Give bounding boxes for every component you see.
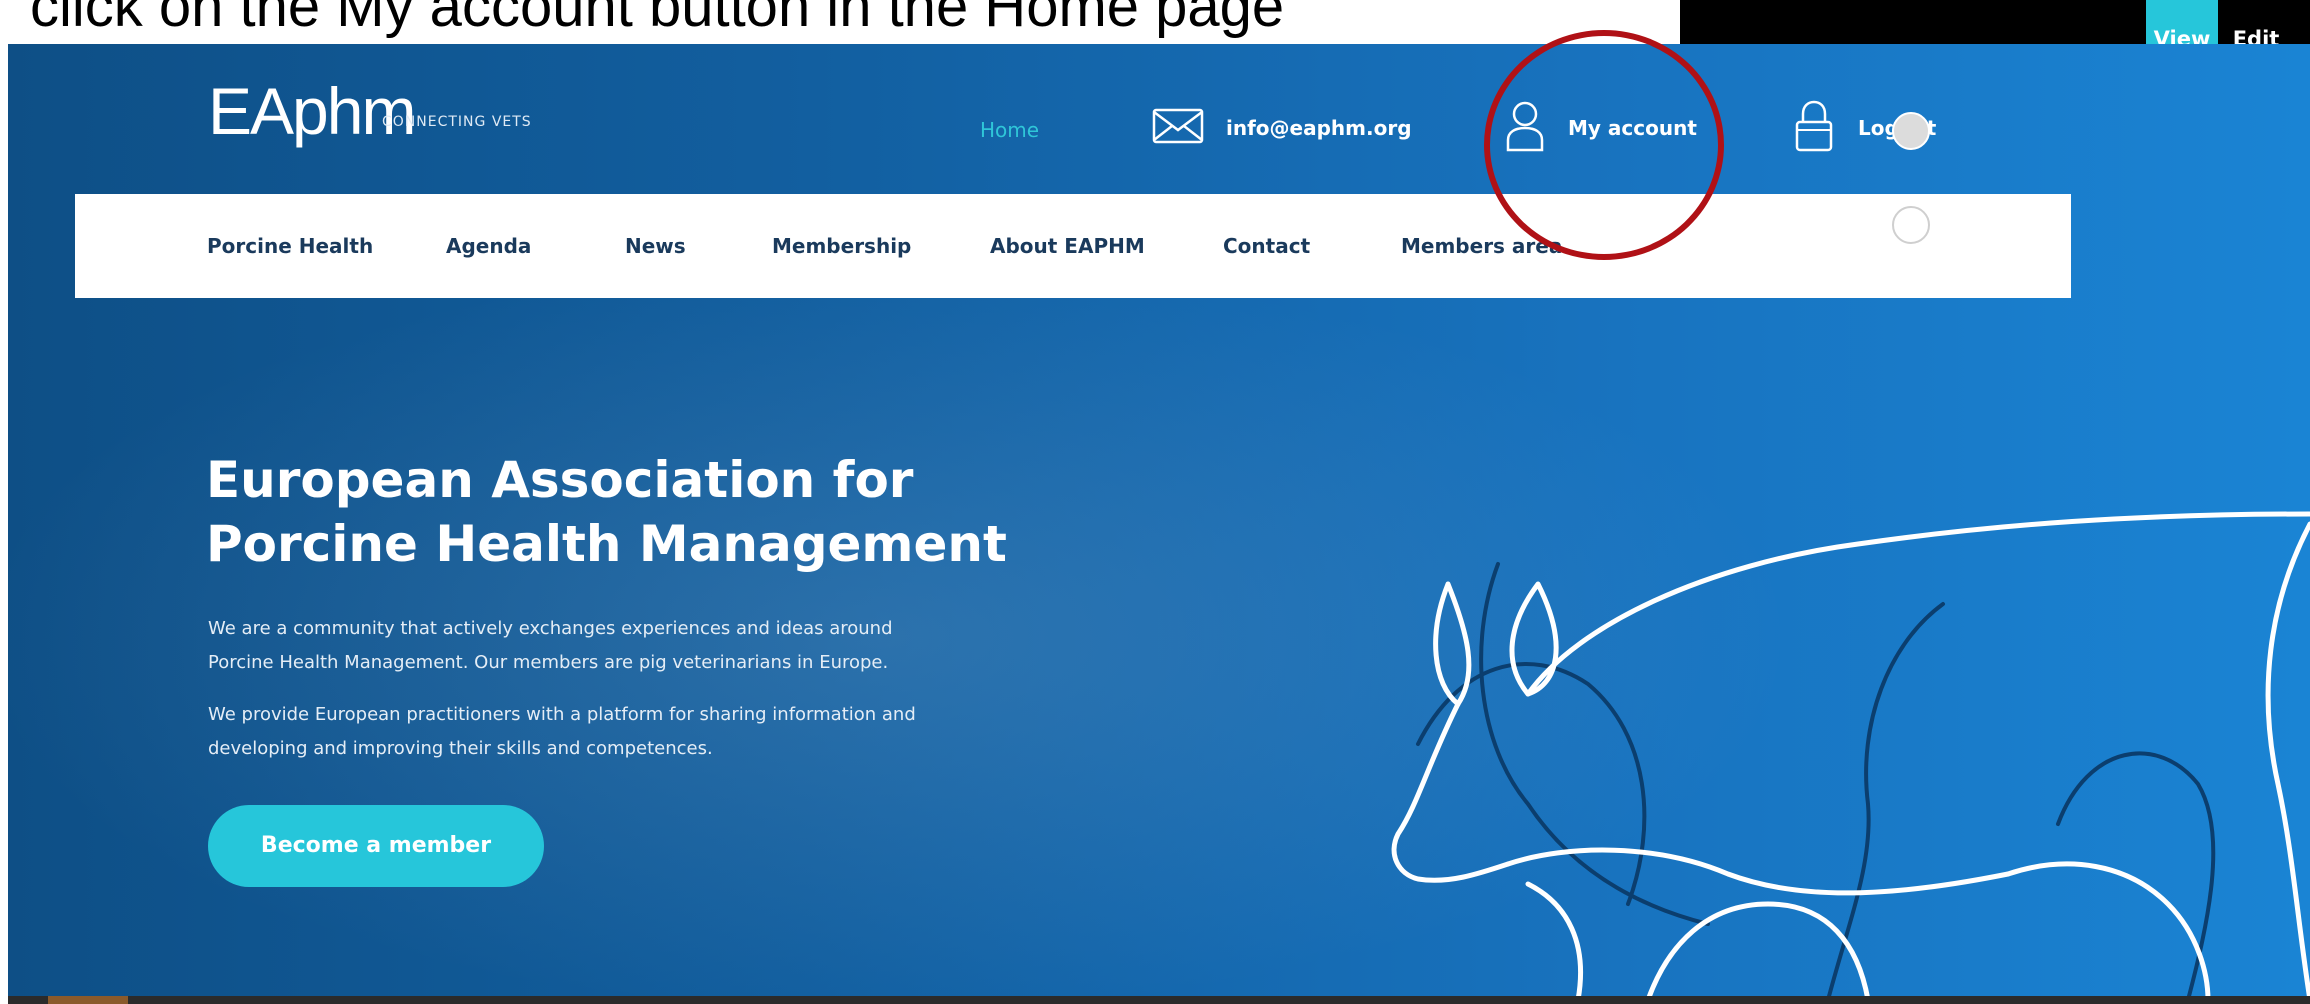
nav-item-news[interactable]: News [625,234,686,258]
email-link[interactable]: info@eaphm.org [1226,116,1412,140]
mail-icon [1152,108,1204,144]
hero-title-line: European Association for [206,451,914,509]
edit-pencil-icon[interactable] [1892,206,1930,244]
main-nav: Porcine Health Agenda News Membership Ab… [75,194,2071,298]
hero-title: European Association for Porcine Health … [206,448,1106,576]
bottom-strip [8,996,2310,1004]
home-link[interactable]: Home [980,118,1039,142]
nav-item-contact[interactable]: Contact [1223,234,1310,258]
hero-title-line: Porcine Health Management [206,515,1007,573]
highlight-circle [1484,30,1724,260]
hero-paragraph-line: We are a community that actively exchang… [208,618,893,639]
logo-tagline: CONNECTING VETS [382,114,532,130]
hero-paragraph-line: Porcine Health Management. Our members a… [208,652,889,673]
nav-item-membership[interactable]: Membership [772,234,911,258]
lock-icon [1795,100,1833,152]
hero-paragraph: We are a community that actively exchang… [208,612,1008,680]
nav-item-agenda[interactable]: Agenda [446,234,531,258]
site-logo[interactable]: EAphm [208,78,416,144]
become-member-button[interactable]: Become a member [208,805,544,887]
hero-paragraph-line: We provide European practitioners with a… [208,704,916,725]
edit-pencil-icon[interactable] [1892,112,1930,150]
instruction-caption: click on the My account button in the Ho… [30,0,1285,39]
hero-paragraph-line: developing and improving their skills an… [208,738,713,759]
hero-paragraph: We provide European practitioners with a… [208,698,1008,766]
nav-item-porcine-health[interactable]: Porcine Health [207,234,373,258]
nav-item-about-eaphm[interactable]: About EAPHM [990,234,1145,258]
